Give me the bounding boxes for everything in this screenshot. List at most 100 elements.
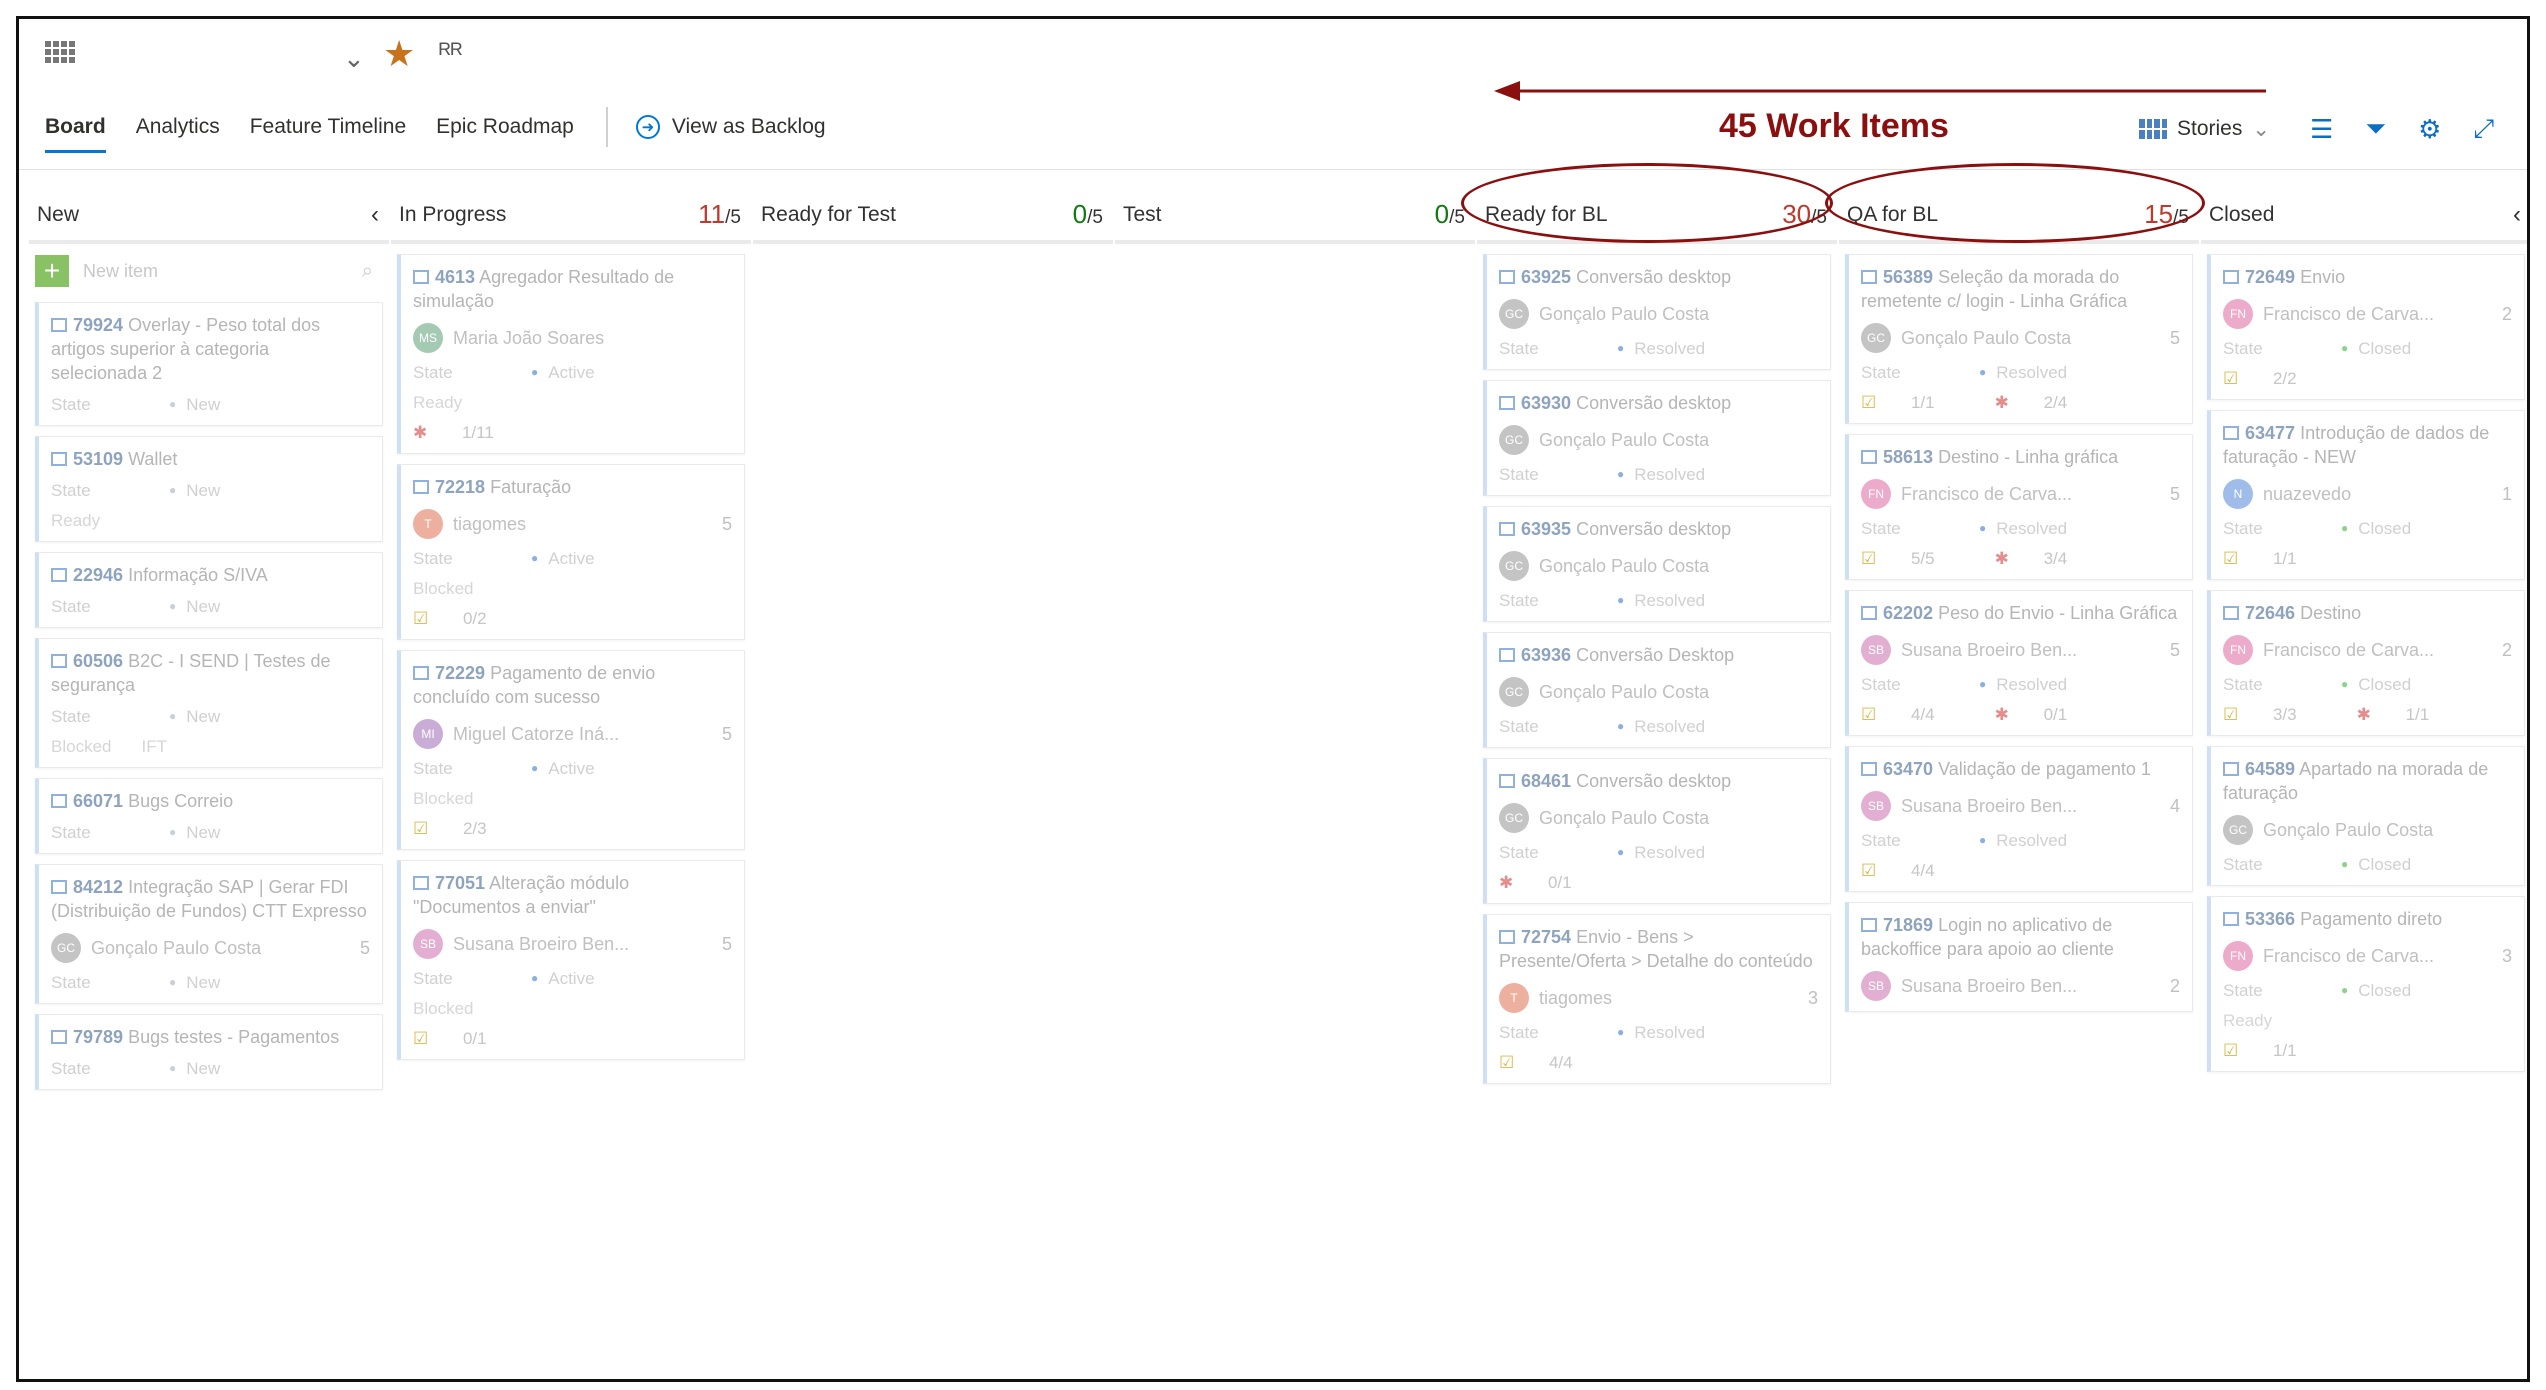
work-item-card[interactable]: 22946 Informação S/IVA State New bbox=[35, 552, 383, 628]
card-title[interactable]: 63930 Conversão desktop bbox=[1499, 391, 1818, 415]
work-item-card[interactable]: 66071 Bugs Correio State New bbox=[35, 778, 383, 854]
task-progress[interactable]: ☑ 0/2 bbox=[413, 609, 517, 628]
task-progress[interactable]: ☑ 1/1 bbox=[2223, 1041, 2327, 1060]
card-assignee[interactable]: GC Gonçalo Paulo Costa bbox=[1499, 551, 1818, 581]
card-assignee[interactable]: FN Francisco de Carva... 2 bbox=[2223, 299, 2512, 329]
card-title[interactable]: 72754 Envio - Bens > Presente/Oferta > D… bbox=[1499, 925, 1818, 973]
card-title[interactable]: 72649 Envio bbox=[2223, 265, 2512, 289]
task-progress[interactable]: ☑ 4/4 bbox=[1861, 861, 1965, 880]
state-value[interactable]: Active bbox=[531, 363, 594, 383]
state-value[interactable]: Resolved bbox=[1617, 717, 1705, 737]
card-title[interactable]: 63936 Conversão Desktop bbox=[1499, 643, 1818, 667]
card-assignee[interactable]: GC Gonçalo Paulo Costa bbox=[2223, 815, 2512, 845]
state-value[interactable]: Resolved bbox=[1617, 339, 1705, 359]
bug-progress[interactable]: ✱ 1/11 bbox=[413, 423, 524, 442]
card-assignee[interactable]: GC Gonçalo Paulo Costa 5 bbox=[1861, 323, 2180, 353]
state-value[interactable]: Resolved bbox=[1979, 831, 2067, 851]
work-item-card[interactable]: 63477 Introdução de dados de faturação -… bbox=[2207, 410, 2525, 580]
card-assignee[interactable]: SB Susana Broeiro Ben... 4 bbox=[1861, 791, 2180, 821]
chevron-down-icon[interactable]: ⌄ bbox=[343, 43, 365, 74]
task-progress[interactable]: ☑ 4/4 bbox=[1499, 1053, 1603, 1072]
work-item-card[interactable]: 58613 Destino - Linha gráfica FN Francisco… bbox=[1845, 434, 2193, 580]
card-assignee[interactable]: FN Francisco de Carva... 3 bbox=[2223, 941, 2512, 971]
card-title[interactable]: 53366 Pagamento direto bbox=[2223, 907, 2512, 931]
card-title[interactable]: 63470 Validação de pagamento 1 bbox=[1861, 757, 2180, 781]
view-as-backlog-button[interactable]: ➜ View as Backlog bbox=[635, 115, 826, 149]
card-title[interactable]: 66071 Bugs Correio bbox=[51, 789, 370, 813]
work-item-card[interactable]: 60506 B2C - I SEND | Testes de segurança… bbox=[35, 638, 383, 768]
filter-icon[interactable]: ⏷ bbox=[2365, 113, 2386, 145]
work-item-card[interactable]: 72649 Envio FN Francisco de Carva... 2 State… bbox=[2207, 254, 2525, 400]
collapse-column-icon[interactable]: ‹ bbox=[2513, 201, 2521, 229]
card-title[interactable]: 84212 Integração SAP | Gerar FDI (Distri… bbox=[51, 875, 370, 923]
work-item-card[interactable]: 63470 Validação de pagamento 1 SB Susana B… bbox=[1845, 746, 2193, 892]
card-title[interactable]: 72646 Destino bbox=[2223, 601, 2512, 625]
work-item-card[interactable]: 63925 Conversão desktop GC Gonçalo Paulo C… bbox=[1483, 254, 1831, 370]
work-item-card[interactable]: 72218 Faturação Ttiagomes 5 State Active Bloc… bbox=[397, 464, 745, 640]
bug-progress[interactable]: ✱ 0/1 bbox=[1995, 705, 2098, 724]
card-assignee[interactable]: MI Miguel Catorze Iná... 5 bbox=[413, 719, 732, 749]
task-progress[interactable]: ☑ 1/1 bbox=[1861, 393, 1965, 412]
tag[interactable]: Blocked bbox=[51, 737, 111, 756]
bug-progress[interactable]: ✱ 3/4 bbox=[1995, 549, 2098, 568]
tag[interactable]: Ready bbox=[2223, 1011, 2272, 1030]
new-item-button[interactable]: + New item ⌕ bbox=[35, 250, 383, 292]
state-value[interactable]: Resolved bbox=[1979, 363, 2067, 383]
state-value[interactable]: Resolved bbox=[1979, 675, 2067, 695]
state-value[interactable]: Closed bbox=[2341, 855, 2411, 875]
work-item-card[interactable]: 71869 Login no aplicativo de backoffice … bbox=[1845, 902, 2193, 1012]
backlog-level-selector[interactable]: Stories ⌄ bbox=[2139, 117, 2270, 142]
state-value[interactable]: Active bbox=[531, 759, 594, 779]
card-assignee[interactable]: SB Susana Broeiro Ben... 5 bbox=[1861, 635, 2180, 665]
task-progress[interactable]: ☑ 4/4 bbox=[1861, 705, 1965, 724]
card-title[interactable]: 62202 Peso do Envio - Linha Gráfica bbox=[1861, 601, 2180, 625]
card-title[interactable]: 72218 Faturação bbox=[413, 475, 732, 499]
state-value[interactable]: Closed bbox=[2341, 339, 2411, 359]
card-title[interactable]: 53109 Wallet bbox=[51, 447, 370, 471]
card-assignee[interactable]: Nnuazevedo 1 bbox=[2223, 479, 2512, 509]
tab-feature-timeline[interactable]: Feature Timeline bbox=[250, 115, 406, 149]
team-members-icon[interactable]: ᴿᴿ bbox=[439, 37, 462, 68]
task-progress[interactable]: ☑ 0/1 bbox=[413, 1029, 517, 1048]
state-value[interactable]: Closed bbox=[2341, 675, 2411, 695]
work-item-card[interactable]: 56389 Seleção da morada do remetente c/ … bbox=[1845, 254, 2193, 424]
card-title[interactable]: 60506 B2C - I SEND | Testes de segurança bbox=[51, 649, 370, 697]
card-title[interactable]: 79789 Bugs testes - Pagamentos bbox=[51, 1025, 370, 1049]
card-assignee[interactable]: GC Gonçalo Paulo Costa bbox=[1499, 425, 1818, 455]
work-item-card[interactable]: 64589 Apartado na morada de faturação GC G… bbox=[2207, 746, 2525, 886]
card-assignee[interactable]: SB Susana Broeiro Ben... 2 bbox=[1861, 971, 2180, 1001]
state-value[interactable]: New bbox=[169, 707, 220, 727]
work-item-card[interactable]: 72754 Envio - Bens > Presente/Oferta > D… bbox=[1483, 914, 1831, 1084]
state-value[interactable]: New bbox=[169, 1059, 220, 1079]
tag[interactable]: Ready bbox=[51, 511, 100, 530]
bug-progress[interactable]: ✱ 2/4 bbox=[1995, 393, 2098, 412]
task-progress[interactable]: ☑ 1/1 bbox=[2223, 549, 2327, 568]
card-assignee[interactable]: MS Maria João Soares bbox=[413, 323, 732, 353]
state-value[interactable]: Resolved bbox=[1617, 465, 1705, 485]
tag[interactable]: Blocked bbox=[413, 789, 473, 808]
card-assignee[interactable]: GC Gonçalo Paulo Costa 5 bbox=[51, 933, 370, 963]
state-value[interactable]: New bbox=[169, 973, 220, 993]
card-title[interactable]: 71869 Login no aplicativo de backoffice … bbox=[1861, 913, 2180, 961]
work-item-card[interactable]: 4613 Agregador Resultado de simulação MS M… bbox=[397, 254, 745, 454]
state-value[interactable]: New bbox=[169, 395, 220, 415]
work-item-card[interactable]: 77051 Alteração módulo "Documentos a env… bbox=[397, 860, 745, 1060]
bug-progress[interactable]: ✱ 0/1 bbox=[1499, 873, 1602, 892]
column-header[interactable]: Test 0/5 bbox=[1115, 189, 1475, 244]
card-title[interactable]: 4613 Agregador Resultado de simulação bbox=[413, 265, 732, 313]
work-item-card[interactable]: 79789 Bugs testes - Pagamentos State New bbox=[35, 1014, 383, 1090]
card-title[interactable]: 79924 Overlay - Peso total dos artigos s… bbox=[51, 313, 370, 385]
work-item-card[interactable]: 63935 Conversão desktop GC Gonçalo Paulo C… bbox=[1483, 506, 1831, 622]
card-assignee[interactable]: Ttiagomes 5 bbox=[413, 509, 732, 539]
card-assignee[interactable]: FN Francisco de Carva... 5 bbox=[1861, 479, 2180, 509]
tag[interactable]: IFT bbox=[141, 737, 167, 756]
card-title[interactable]: 68461 Conversão desktop bbox=[1499, 769, 1818, 793]
state-value[interactable]: Resolved bbox=[1979, 519, 2067, 539]
card-title[interactable]: 22946 Informação S/IVA bbox=[51, 563, 370, 587]
state-value[interactable]: New bbox=[169, 481, 220, 501]
fullscreen-icon[interactable]: ⤢ bbox=[2473, 113, 2494, 145]
state-value[interactable]: Resolved bbox=[1617, 591, 1705, 611]
column-header[interactable]: Closed ‹ bbox=[2201, 189, 2527, 244]
state-value[interactable]: Active bbox=[531, 969, 594, 989]
work-item-card[interactable]: 63936 Conversão Desktop GC Gonçalo Paulo C… bbox=[1483, 632, 1831, 748]
